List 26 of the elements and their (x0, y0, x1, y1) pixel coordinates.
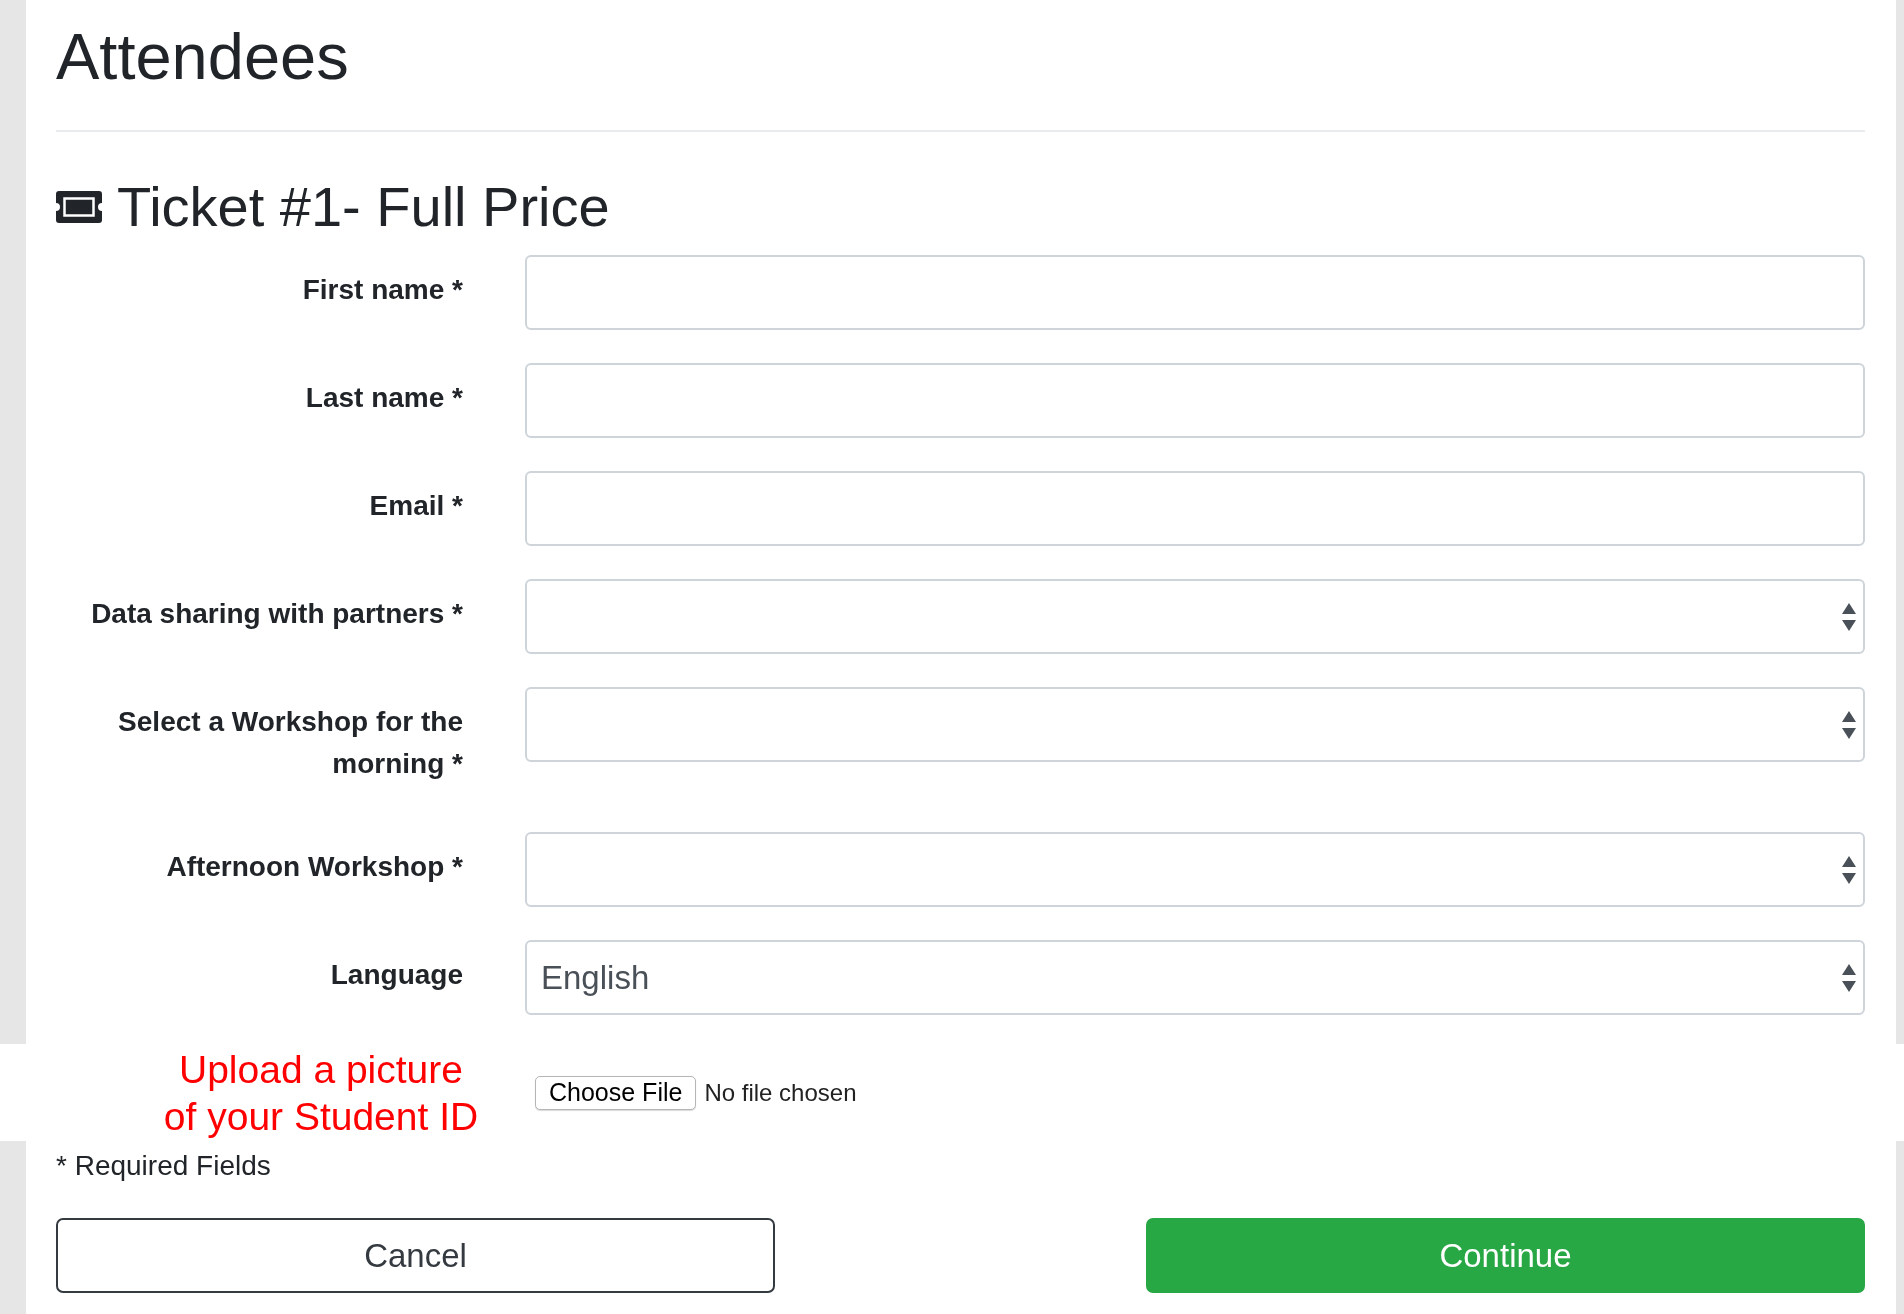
up-down-arrows-icon (1842, 602, 1856, 631)
field-label: Language (330, 958, 463, 993)
field-label: Select a Workshop for the morning * (117, 705, 463, 782)
field-label: Data sharing with partners * (91, 597, 463, 632)
upload-instruction: Upload a picture of your Student ID (162, 1046, 480, 1140)
field-label: First name * (302, 273, 463, 308)
required-fields-note: * Required Fields (56, 1149, 272, 1183)
dropdown[interactable]: English (525, 940, 1865, 1016)
page-title: Attendees (56, 19, 350, 95)
up-down-arrows-icon (1842, 710, 1856, 739)
up-down-arrows-icon (1842, 855, 1856, 884)
ticket-icon (56, 190, 102, 223)
dropdown[interactable] (525, 579, 1865, 655)
dropdown[interactable] (525, 687, 1865, 763)
text-field[interactable] (525, 471, 1865, 547)
up-down-arrows-icon (1842, 963, 1856, 992)
field-label: Email * (369, 489, 463, 524)
text-field[interactable] (525, 255, 1865, 331)
dropdown[interactable] (525, 832, 1865, 908)
file-status-text: No file chosen (704, 1077, 857, 1108)
field-label: Last name * (305, 381, 463, 416)
choose-file-button[interactable]: Choose File (535, 1075, 697, 1110)
ticket-title: Ticket #1- Full Price (117, 174, 610, 240)
text-field[interactable] (525, 363, 1865, 439)
cancel-button[interactable]: Cancel (56, 1218, 775, 1293)
field-label: Afternoon Workshop * (166, 850, 463, 885)
